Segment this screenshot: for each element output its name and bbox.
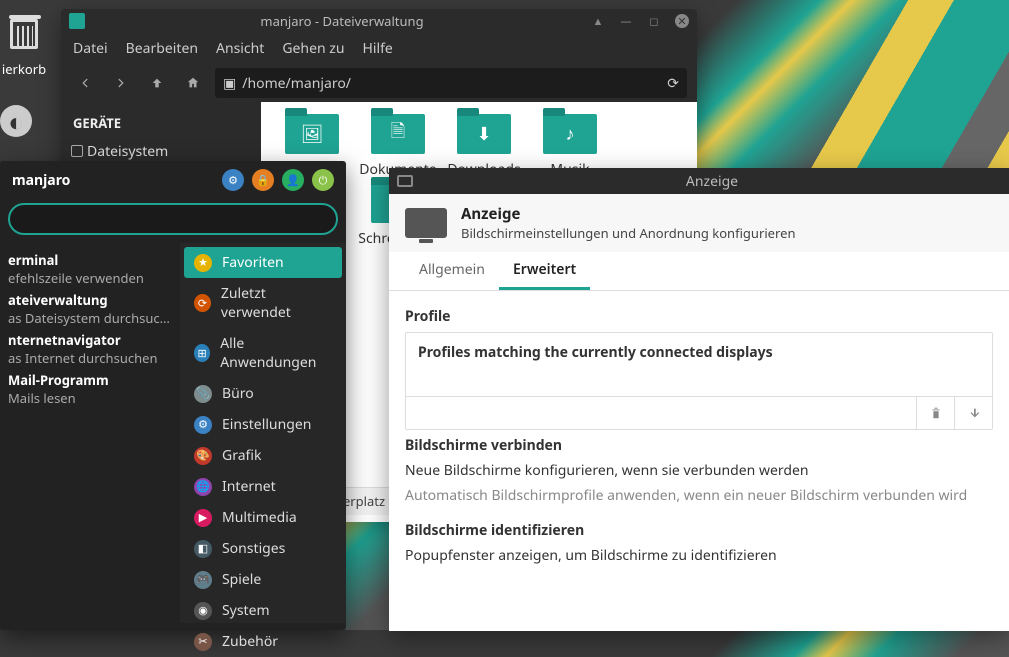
category-item[interactable]: 🌐Internet [184,471,342,502]
app-item[interactable]: erminalefehlszeile verwenden [0,249,180,289]
settings-icon[interactable]: ⚙ [222,169,244,191]
fm-app-icon [69,13,85,29]
reload-icon[interactable]: ⟳ [667,74,679,93]
category-item[interactable]: 🎨Grafik [184,440,342,471]
category-item[interactable]: ✂Zubehör [184,626,342,657]
menu-title: manjaro [12,171,214,190]
sidebar-devices-header: GERÄTE [65,110,257,136]
trash-icon [0,10,48,58]
app-item[interactable]: Mail-ProgrammMails lesen [0,369,180,409]
profile-heading: Profile [405,307,993,326]
fm-title: manjaro - Dateiverwaltung [93,12,591,30]
lock-icon[interactable]: 🔒 [252,169,274,191]
category-item[interactable]: ◧Sonstiges [184,533,342,564]
folder-icon: ▣ [223,74,236,93]
display-icon [397,175,413,187]
fm-titlebar[interactable]: manjaro - Dateiverwaltung ▲ — ◻ ✕ [61,9,697,33]
category-item[interactable]: ▶Multimedia [184,502,342,533]
back-button[interactable] [71,69,99,97]
identify-heading: Bildschirme identifizieren [405,521,993,540]
search-input[interactable] [10,205,336,233]
settings-header: Anzeige Bildschirmeinstellungen und Anor… [389,194,1009,252]
category-item[interactable]: ⟳Zuletzt verwendet [184,278,342,328]
tab-general[interactable]: Allgemein [405,252,499,290]
app-item[interactable]: nternetnavigatoras Internet durchsuchen [0,329,180,369]
category-item[interactable]: ★Favoriten [184,247,342,278]
menu-view[interactable]: Ansicht [216,39,264,58]
menu-help[interactable]: Hilfe [363,39,393,58]
category-item[interactable]: ⊞Alle Anwendungen [184,328,342,378]
menu-categories: ★Favoriten⟳Zuletzt verwendet⊞Alle Anwend… [180,243,346,623]
forward-button[interactable] [107,69,135,97]
identify-option[interactable]: Popupfenster anzeigen, um Bildschirme zu… [405,546,993,565]
user-icon[interactable]: 👤 [282,169,304,191]
monitor-icon [405,208,447,238]
settings-window: Anzeige Anzeige Bildschirmeinstellungen … [389,168,1009,630]
profile-list: Profiles matching the currently connecte… [405,332,993,430]
menu-file[interactable]: Datei [73,39,108,58]
settings-subtitle: Bildschirmeinstellungen und Anordnung ko… [461,224,795,242]
settings-titlebar[interactable]: Anzeige [389,168,1009,194]
fm-menubar: Datei Bearbeiten Ansicht Gehen zu Hilfe [61,33,697,64]
delete-profile-button[interactable] [916,397,954,429]
app-menu: manjaro ⚙ 🔒 👤 ⏻ erminalefehlszeile verwe… [0,161,346,630]
menu-apps-list: erminalefehlszeile verwendenateiverwaltu… [0,243,180,623]
settings-window-title: Anzeige [423,172,1001,191]
maximize-icon[interactable]: ◻ [647,14,661,28]
trash-label: ierkorb [0,60,48,78]
profile-row[interactable]: Profiles matching the currently connecte… [406,333,992,372]
power-icon[interactable]: ⏻ [312,169,334,191]
category-item[interactable]: 📎Büro [184,378,342,409]
connect-option-2[interactable]: Automatisch Bildschirmprofile anwenden, … [405,486,993,505]
keep-above-icon[interactable]: ▲ [591,14,605,28]
save-profile-button[interactable] [954,397,992,429]
menu-edit[interactable]: Bearbeiten [126,39,198,58]
settings-title: Anzeige [461,204,795,224]
path-bar: ▣ ⟳ [215,68,687,98]
fm-toolbar: ▣ ⟳ [61,64,697,102]
desktop-app-icon[interactable]: ◐ [0,105,32,137]
path-input[interactable] [242,74,667,93]
home-button[interactable] [179,69,207,97]
tab-advanced[interactable]: Erweitert [499,252,590,290]
menu-search [8,203,338,235]
minimize-icon[interactable]: — [619,14,633,28]
up-button[interactable] [143,69,171,97]
category-item[interactable]: ⚙Einstellungen [184,409,342,440]
connect-heading: Bildschirme verbinden [405,436,993,455]
menu-go[interactable]: Gehen zu [282,39,344,58]
app-item[interactable]: ateiverwaltungas Dateisystem durchsuch..… [0,289,180,329]
app-icon: ◐ [0,105,32,137]
connect-option-1[interactable]: Neue Bildschirme konfigurieren, wenn sie… [405,461,993,480]
desktop-trash-icon[interactable]: ierkorb [0,10,48,78]
settings-tabs: Allgemein Erweitert [389,252,1009,291]
category-item[interactable]: 🎮Spiele [184,564,342,595]
close-icon[interactable]: ✕ [675,14,689,28]
category-item[interactable]: ◉System [184,595,342,626]
settings-body: Profile Profiles matching the currently … [389,291,1009,631]
